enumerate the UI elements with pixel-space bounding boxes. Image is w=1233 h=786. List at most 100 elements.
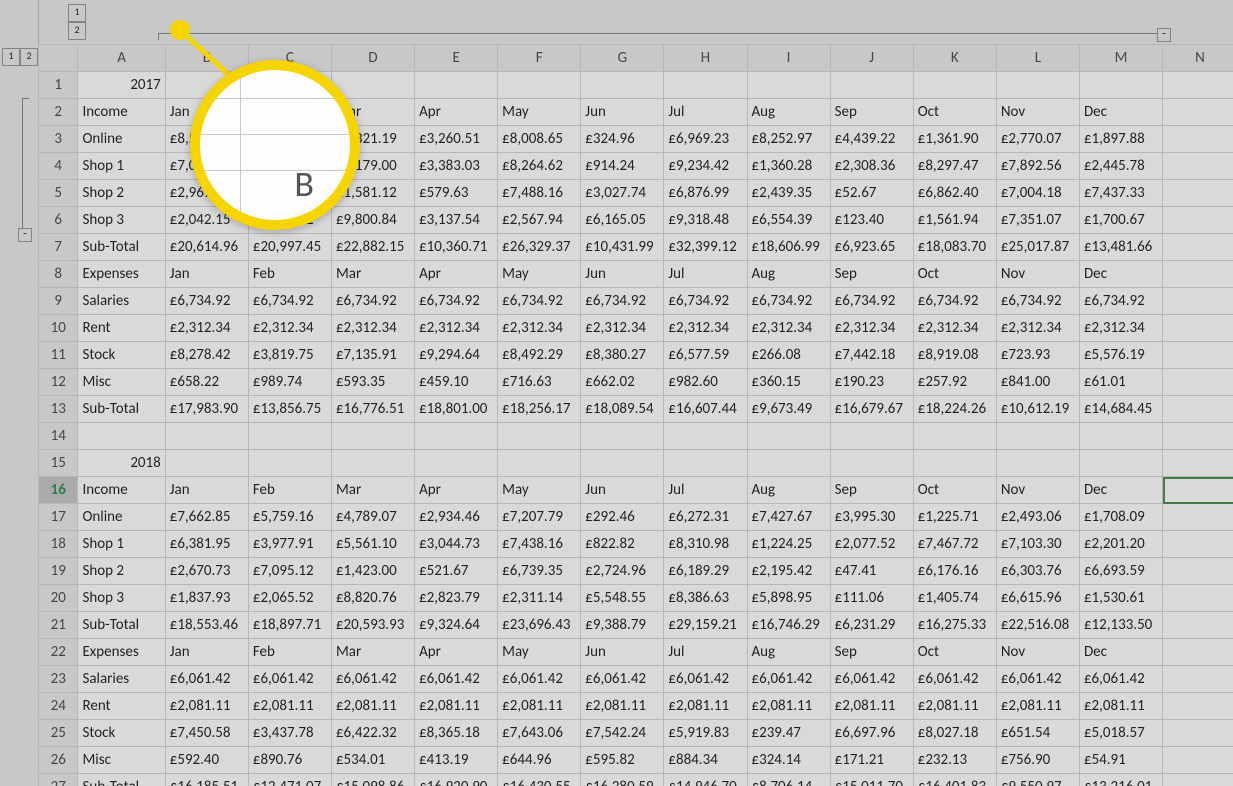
cell-A11[interactable]: Stock: [78, 342, 165, 369]
cell-H12[interactable]: £982.60: [664, 369, 747, 396]
cell-I18[interactable]: £1,224.25: [747, 531, 830, 558]
cell-M26[interactable]: £54.91: [1079, 747, 1162, 774]
cell-K18[interactable]: £7,467.72: [913, 531, 996, 558]
cell-M5[interactable]: £7,437.33: [1079, 180, 1162, 207]
cell-H11[interactable]: £6,577.59: [664, 342, 747, 369]
cell-M14[interactable]: [1079, 423, 1162, 450]
row-header-26[interactable]: 26: [39, 747, 78, 774]
cell-B15[interactable]: [165, 450, 248, 477]
cell-F6[interactable]: £2,567.94: [498, 207, 581, 234]
cell-L14[interactable]: [996, 423, 1079, 450]
cell-F7[interactable]: £26,329.37: [498, 234, 581, 261]
cell-J17[interactable]: £3,995.30: [830, 504, 913, 531]
cell-A16[interactable]: Income: [78, 477, 165, 504]
cell-K3[interactable]: £1,361.90: [913, 126, 996, 153]
cell-G6[interactable]: £6,165.05: [581, 207, 664, 234]
row-header-15[interactable]: 15: [39, 450, 78, 477]
column-header-N[interactable]: N: [1163, 45, 1233, 72]
cell-F18[interactable]: £7,438.16: [498, 531, 581, 558]
cell-H1[interactable]: [664, 72, 747, 99]
row-header-23[interactable]: 23: [39, 666, 78, 693]
cell-A21[interactable]: Sub-Total: [78, 612, 165, 639]
cell-J18[interactable]: £2,077.52: [830, 531, 913, 558]
cell-I22[interactable]: Aug: [747, 639, 830, 666]
cell-N14[interactable]: [1163, 423, 1233, 450]
cell-G4[interactable]: £914.24: [581, 153, 664, 180]
cell-F15[interactable]: [498, 450, 581, 477]
cell-E13[interactable]: £18,801.00: [415, 396, 498, 423]
cell-K15[interactable]: [913, 450, 996, 477]
cell-L11[interactable]: £723.93: [996, 342, 1079, 369]
cell-F2[interactable]: May: [498, 99, 581, 126]
cell-N17[interactable]: [1163, 504, 1233, 531]
cell-E10[interactable]: £2,312.34: [415, 315, 498, 342]
cell-M3[interactable]: £1,897.88: [1079, 126, 1162, 153]
cell-J7[interactable]: £6,923.65: [830, 234, 913, 261]
cell-B11[interactable]: £8,278.42: [165, 342, 248, 369]
cell-K7[interactable]: £18,083.70: [913, 234, 996, 261]
cell-L21[interactable]: £22,516.08: [996, 612, 1079, 639]
row-header-7[interactable]: 7: [39, 234, 78, 261]
cell-A27[interactable]: Sub-Total: [78, 774, 165, 786]
cell-F1[interactable]: [498, 72, 581, 99]
cell-F22[interactable]: May: [498, 639, 581, 666]
cell-C23[interactable]: £6,061.42: [248, 666, 331, 693]
cell-J24[interactable]: £2,081.11: [830, 693, 913, 720]
cell-B9[interactable]: £6,734.92: [165, 288, 248, 315]
cell-C25[interactable]: £3,437.78: [248, 720, 331, 747]
cell-N2[interactable]: [1163, 99, 1233, 126]
cell-H27[interactable]: £14,946.70: [664, 774, 747, 786]
cell-H25[interactable]: £5,919.83: [664, 720, 747, 747]
cell-H19[interactable]: £6,189.29: [664, 558, 747, 585]
column-header-A[interactable]: A: [78, 45, 165, 72]
cell-H9[interactable]: £6,734.92: [664, 288, 747, 315]
cell-I26[interactable]: £324.14: [747, 747, 830, 774]
cell-G15[interactable]: [581, 450, 664, 477]
cell-M21[interactable]: £12,133.50: [1079, 612, 1162, 639]
cell-N18[interactable]: [1163, 531, 1233, 558]
cell-C26[interactable]: £890.76: [248, 747, 331, 774]
cell-E24[interactable]: £2,081.11: [415, 693, 498, 720]
cell-G20[interactable]: £5,548.55: [581, 585, 664, 612]
cell-A15[interactable]: 2018: [78, 450, 165, 477]
cell-I16[interactable]: Aug: [747, 477, 830, 504]
cell-H15[interactable]: [664, 450, 747, 477]
cell-C19[interactable]: £7,095.12: [248, 558, 331, 585]
cell-D8[interactable]: Mar: [331, 261, 414, 288]
cell-G16[interactable]: Jun: [581, 477, 664, 504]
cell-G3[interactable]: £324.96: [581, 126, 664, 153]
cell-J12[interactable]: £190.23: [830, 369, 913, 396]
cell-D25[interactable]: £6,422.32: [331, 720, 414, 747]
cell-N9[interactable]: [1163, 288, 1233, 315]
cell-G21[interactable]: £9,388.79: [581, 612, 664, 639]
cell-I12[interactable]: £360.15: [747, 369, 830, 396]
cell-M18[interactable]: £2,201.20: [1079, 531, 1162, 558]
col-outline-level-2[interactable]: 2: [68, 22, 86, 40]
row-header-13[interactable]: 13: [39, 396, 78, 423]
cell-I9[interactable]: £6,734.92: [747, 288, 830, 315]
cell-K4[interactable]: £8,297.47: [913, 153, 996, 180]
cell-C18[interactable]: £3,977.91: [248, 531, 331, 558]
row-header-1[interactable]: 1: [39, 72, 78, 99]
cell-K12[interactable]: £257.92: [913, 369, 996, 396]
column-header-D[interactable]: D: [331, 45, 414, 72]
cell-K14[interactable]: [913, 423, 996, 450]
cell-D19[interactable]: £1,423.00: [331, 558, 414, 585]
column-header-J[interactable]: J: [830, 45, 913, 72]
cell-C15[interactable]: [248, 450, 331, 477]
row-header-9[interactable]: 9: [39, 288, 78, 315]
cell-M19[interactable]: £6,693.59: [1079, 558, 1162, 585]
cell-A1[interactable]: 2017: [78, 72, 165, 99]
row-header-2[interactable]: 2: [39, 99, 78, 126]
cell-E19[interactable]: £521.67: [415, 558, 498, 585]
cell-K9[interactable]: £6,734.92: [913, 288, 996, 315]
cell-A19[interactable]: Shop 2: [78, 558, 165, 585]
cell-H10[interactable]: £2,312.34: [664, 315, 747, 342]
cell-E8[interactable]: Apr: [415, 261, 498, 288]
cell-E5[interactable]: £579.63: [415, 180, 498, 207]
cell-J19[interactable]: £47.41: [830, 558, 913, 585]
cell-J23[interactable]: £6,061.42: [830, 666, 913, 693]
cell-C27[interactable]: £12,471.07: [248, 774, 331, 786]
cell-M22[interactable]: Dec: [1079, 639, 1162, 666]
cell-I3[interactable]: £8,252.97: [747, 126, 830, 153]
